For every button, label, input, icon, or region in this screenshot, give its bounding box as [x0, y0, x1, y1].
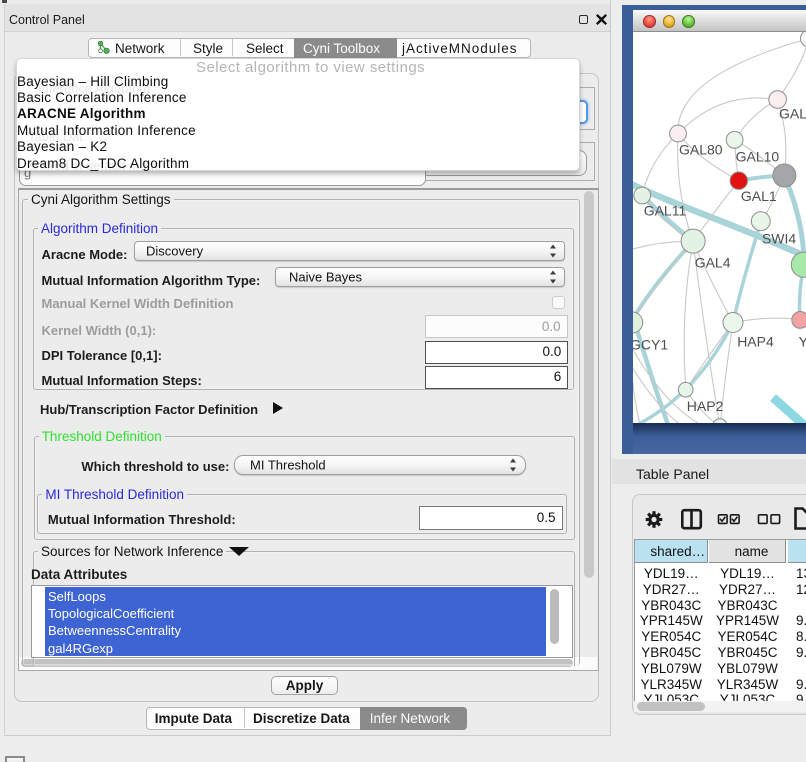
svg-text:GAL10: GAL10 — [736, 148, 780, 164]
svg-text:GAL11: GAL11 — [644, 202, 687, 218]
svg-text:Y: Y — [799, 333, 806, 349]
svg-text:GAL4: GAL4 — [695, 254, 731, 270]
svg-text:GAL7: GAL7 — [779, 105, 806, 121]
svg-text:GAL80: GAL80 — [679, 141, 723, 157]
svg-text:SWI4: SWI4 — [762, 230, 796, 246]
svg-text:GCY1: GCY1 — [633, 336, 668, 352]
svg-text:HAP4: HAP4 — [737, 333, 774, 349]
svg-text:HAP2: HAP2 — [687, 398, 724, 414]
svg-text:GAL1: GAL1 — [741, 188, 777, 204]
